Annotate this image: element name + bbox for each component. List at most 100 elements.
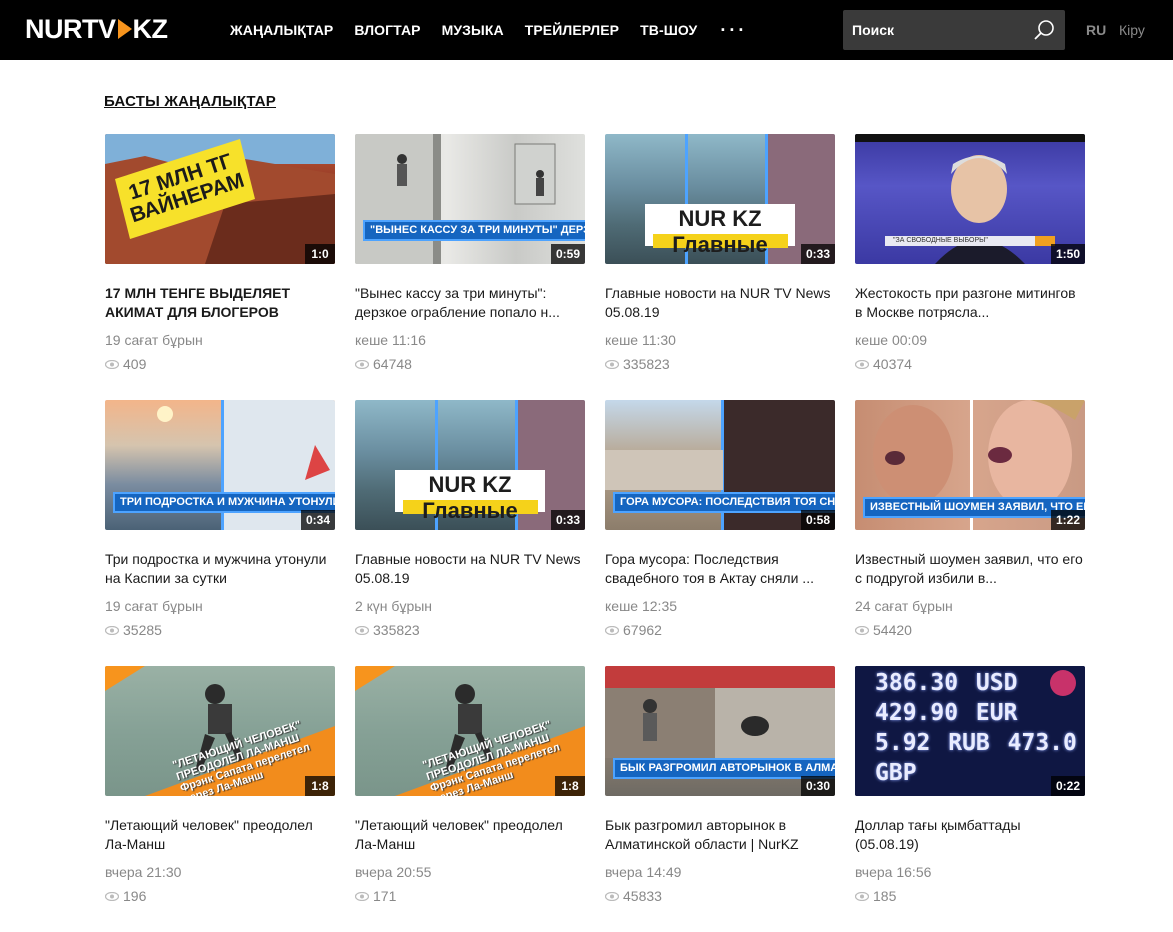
- video-date: 19 сағат бұрын: [105, 332, 203, 348]
- video-views: 54420: [855, 622, 912, 638]
- video-duration: 0:59: [550, 244, 585, 264]
- video-title[interactable]: Бык разгромил авторынок в Алматинской об…: [605, 816, 835, 854]
- video-title[interactable]: Главные новости на NUR TV News 05.08.19: [355, 550, 585, 588]
- video-date: кеше 00:09: [855, 332, 928, 348]
- thumbnail-caption: "ЗА СВОБОДНЫЕ ВЫБОРЫ": [893, 237, 988, 244]
- video-views: 335823: [605, 356, 670, 372]
- language-switch-ru[interactable]: RU: [1086, 22, 1106, 38]
- video-thumbnail[interactable]: ТРИ ПОДРОСТКА И МУЖЧИНА УТОНУЛИ НА КАСПИ…: [105, 400, 335, 530]
- video-card[interactable]: "ЛЕТАЮЩИЙ ЧЕЛОВЕК" ПРЕОДОЛЕЛ ЛА-МАНШ Фрэ…: [355, 666, 585, 932]
- thumbnail-caption: "ВЫНЕС КАССУ ЗА ТРИ МИНУТЫ" ДЕРЗКОЕ ОГРА…: [363, 220, 585, 241]
- video-card[interactable]: ТРИ ПОДРОСТКА И МУЖЧИНА УТОНУЛИ НА КАСПИ…: [105, 400, 335, 666]
- nav-item-trailers[interactable]: ТРЕЙЛЕРЛЕР: [525, 22, 619, 38]
- video-card[interactable]: 386.30 USD 429.90 EUR 5.92 RUB 473.0 GBP…: [855, 666, 1085, 932]
- site-logo[interactable]: NURTV KZ: [25, 14, 168, 44]
- thumbnail-caption: NUR KZ Главные новости на NUR TV News: [409, 472, 530, 530]
- views-count: 171: [373, 888, 397, 904]
- top-bar: NURTV KZ ЖАҢАЛЫҚТАР ВЛОГТАР МУЗЫКА ТРЕЙЛ…: [0, 0, 1173, 60]
- video-duration: 1:22: [1050, 510, 1085, 530]
- logo-text-left: NURTV: [25, 13, 116, 44]
- video-views: 35285: [105, 622, 162, 638]
- video-title[interactable]: Доллар тағы қымбаттады (05.08.19): [855, 816, 1085, 854]
- video-views: 185: [855, 888, 896, 904]
- search-input[interactable]: [843, 10, 1023, 50]
- video-grid: 17 МЛН ТГ ВАЙНЕРАМ 1:0 17 МЛН ТЕНГЕ ВЫДЕ…: [105, 134, 1085, 932]
- video-duration: 0:34: [300, 510, 335, 530]
- video-thumbnail[interactable]: NUR KZ Главные новости на NUR TV News 0:…: [355, 400, 585, 530]
- video-card[interactable]: ИЗВЕСТНЫЙ ШОУМЕН ЗАЯВИЛ, ЧТО ЕГО С ПОДРУ…: [855, 400, 1085, 666]
- eye-icon: [605, 891, 619, 901]
- video-title[interactable]: "Летающий человек" преодолел Ла-Манш: [355, 816, 585, 854]
- video-card[interactable]: БЫК РАЗГРОМИЛ АВТОРЫНОК В АЛМАТИНСКОЙ ОБ…: [605, 666, 835, 932]
- eye-icon: [105, 625, 119, 635]
- section-title[interactable]: БАСТЫ ЖАҢАЛЫҚТАР: [104, 93, 276, 110]
- video-views: 335823: [355, 622, 420, 638]
- video-views: 64748: [355, 356, 412, 372]
- search-icon[interactable]: [1033, 19, 1055, 41]
- video-card[interactable]: NUR KZ Главные новости на NUR TV News 0:…: [355, 400, 585, 666]
- video-duration: 0:22: [1050, 776, 1085, 796]
- video-views: 196: [105, 888, 146, 904]
- views-count: 40374: [873, 356, 912, 372]
- video-thumbnail[interactable]: NUR KZ Главные новости на NUR TV News 0:…: [605, 134, 835, 264]
- login-link[interactable]: Кіру: [1119, 22, 1145, 38]
- video-duration: 1:0: [305, 244, 335, 264]
- video-thumbnail[interactable]: ИЗВЕСТНЫЙ ШОУМЕН ЗАЯВИЛ, ЧТО ЕГО С ПОДРУ…: [855, 400, 1085, 530]
- logo-text-right: KZ: [132, 13, 169, 44]
- video-thumbnail[interactable]: "ЛЕТАЮЩИЙ ЧЕЛОВЕК" ПРЕОДОЛЕЛ ЛА-МАНШ Фрэ…: [355, 666, 585, 796]
- video-title[interactable]: Три подростка и мужчина утонули на Каспи…: [105, 550, 335, 588]
- video-thumbnail[interactable]: "ЗА СВОБОДНЫЕ ВЫБОРЫ" 1:50: [855, 134, 1085, 264]
- views-count: 64748: [373, 356, 412, 372]
- video-thumbnail[interactable]: 386.30 USD 429.90 EUR 5.92 RUB 473.0 GBP…: [855, 666, 1085, 796]
- search-box: [843, 10, 1065, 50]
- video-title[interactable]: Главные новости на NUR TV News 05.08.19: [605, 284, 835, 322]
- video-thumbnail[interactable]: "ЛЕТАЮЩИЙ ЧЕЛОВЕК" ПРЕОДОЛЕЛ ЛА-МАНШ Фрэ…: [105, 666, 335, 796]
- video-duration: 1:8: [555, 776, 585, 796]
- video-title[interactable]: "Летающий человек" преодолел Ла-Манш: [105, 816, 335, 854]
- video-date: кеше 11:16: [355, 332, 426, 348]
- video-thumbnail[interactable]: 17 МЛН ТГ ВАЙНЕРАМ 1:0: [105, 134, 335, 264]
- eye-icon: [855, 359, 869, 369]
- thumbnail-caption: NUR KZ Главные новости на NUR TV News: [659, 206, 780, 264]
- video-card[interactable]: "ЗА СВОБОДНЫЕ ВЫБОРЫ" 1:50 Жестокость пр…: [855, 134, 1085, 400]
- video-title[interactable]: Жестокость при разгоне митингов в Москве…: [855, 284, 1085, 322]
- nav-more-button[interactable]: ···: [720, 20, 747, 41]
- eye-icon: [355, 625, 369, 635]
- video-card[interactable]: "ВЫНЕС КАССУ ЗА ТРИ МИНУТЫ" ДЕРЗКОЕ ОГРА…: [355, 134, 585, 400]
- nav-item-music[interactable]: МУЗЫКА: [442, 22, 504, 38]
- video-views: 409: [105, 356, 146, 372]
- views-count: 196: [123, 888, 147, 904]
- video-title[interactable]: Гора мусора: Последствия свадебного тоя …: [605, 550, 835, 588]
- video-card[interactable]: "ЛЕТАЮЩИЙ ЧЕЛОВЕК" ПРЕОДОЛЕЛ ЛА-МАНШ Фрэ…: [105, 666, 335, 932]
- nav-item-tv-shows[interactable]: ТВ-ШОУ: [640, 22, 697, 38]
- video-card[interactable]: NUR KZ Главные новости на NUR TV News 0:…: [605, 134, 835, 400]
- video-title[interactable]: 17 МЛН ТЕНГЕ ВЫДЕЛЯЕТ АКИМАТ ДЛЯ БЛОГЕРО…: [105, 284, 335, 322]
- video-thumbnail[interactable]: ГОРА МУСОРА: ПОСЛЕДСТВИЯ ТОЯ СНЯЛИ НА ВИ…: [605, 400, 835, 530]
- views-count: 35285: [123, 622, 162, 638]
- main-nav: ЖАҢАЛЫҚТАР ВЛОГТАР МУЗЫКА ТРЕЙЛЕРЛЕР ТВ-…: [230, 0, 768, 60]
- video-date: вчера 16:56: [855, 864, 932, 880]
- video-title[interactable]: "Вынес кассу за три минуты": дерзкое огр…: [355, 284, 585, 322]
- video-views: 45833: [605, 888, 662, 904]
- video-title[interactable]: Известный шоумен заявил, что его с подру…: [855, 550, 1085, 588]
- video-thumbnail[interactable]: "ВЫНЕС КАССУ ЗА ТРИ МИНУТЫ" ДЕРЗКОЕ ОГРА…: [355, 134, 585, 264]
- eye-icon: [355, 359, 369, 369]
- views-count: 45833: [623, 888, 662, 904]
- video-date: вчера 20:55: [355, 864, 432, 880]
- nav-item-vlogs[interactable]: ВЛОГТАР: [354, 22, 420, 38]
- eye-icon: [605, 625, 619, 635]
- video-duration: 0:30: [800, 776, 835, 796]
- views-count: 409: [123, 356, 147, 372]
- eye-icon: [605, 359, 619, 369]
- eye-icon: [105, 891, 119, 901]
- video-date: кеше 11:30: [605, 332, 676, 348]
- video-views: 40374: [855, 356, 912, 372]
- video-card[interactable]: ГОРА МУСОРА: ПОСЛЕДСТВИЯ ТОЯ СНЯЛИ НА ВИ…: [605, 400, 835, 666]
- video-duration: 0:33: [550, 510, 585, 530]
- video-thumbnail[interactable]: БЫК РАЗГРОМИЛ АВТОРЫНОК В АЛМАТИНСКОЙ ОБ…: [605, 666, 835, 796]
- views-count: 67962: [623, 622, 662, 638]
- nav-item-news[interactable]: ЖАҢАЛЫҚТАР: [230, 22, 333, 38]
- video-card[interactable]: 17 МЛН ТГ ВАЙНЕРАМ 1:0 17 МЛН ТЕНГЕ ВЫДЕ…: [105, 134, 335, 400]
- video-date: вчера 14:49: [605, 864, 682, 880]
- video-views: 67962: [605, 622, 662, 638]
